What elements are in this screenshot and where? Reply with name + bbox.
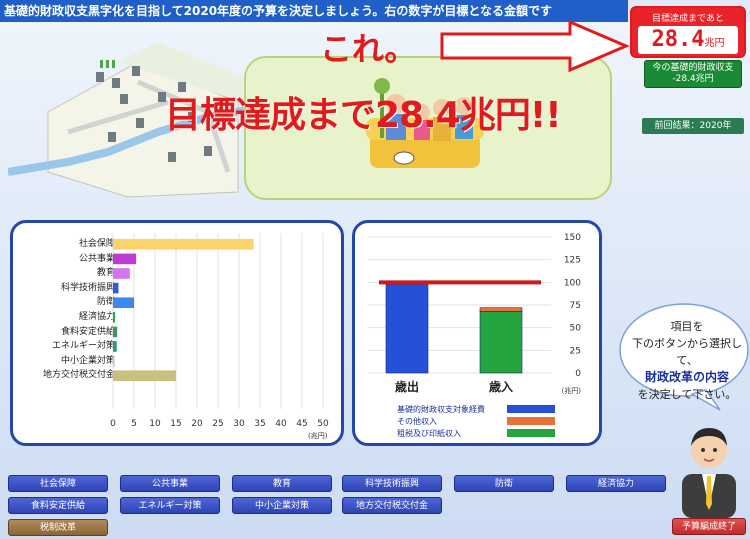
goal-remaining-box: 目標達成まであと 28.4兆円: [630, 6, 746, 58]
category-button[interactable]: 食料安定供給: [8, 497, 108, 514]
legend-row: 租税及び印紙収入: [397, 427, 555, 439]
tax-reform-button[interactable]: 税制改革: [8, 519, 108, 536]
category-button[interactable]: 中小企業対策: [232, 497, 332, 514]
goal-value: 28.4: [651, 27, 705, 52]
legend-swatch: [507, 405, 555, 413]
y-tick-label: 75: [570, 301, 581, 311]
primary-balance-box: 今の基礎的財政収支 -28.4兆円: [644, 60, 742, 88]
bar-歳入-租税及び印紙収入: [479, 311, 523, 374]
x-tick-label: 45: [296, 419, 308, 429]
bar-中小企業対策: [113, 355, 115, 367]
balance-value: -28.4: [672, 74, 696, 84]
bar-社会保障: [113, 239, 254, 250]
finish-budget-button[interactable]: 予算編成終了: [672, 518, 746, 535]
bubble-line-3: 財政改革の内容: [644, 370, 729, 384]
category-button[interactable]: 防衛: [454, 475, 554, 492]
y-tick-label: 0: [575, 369, 581, 379]
bubble-line-4: を決定して下さい。: [637, 388, 737, 401]
y-axis-unit: (兆円): [562, 386, 582, 395]
x-tick-label: 25: [212, 419, 224, 429]
bar-エネルギー対策: [113, 341, 117, 352]
category-button[interactable]: 社会保障: [8, 475, 108, 492]
bar-公共事業: [113, 253, 137, 265]
bar-経済協力: [113, 312, 116, 323]
x-tick-label: 50: [317, 419, 329, 429]
x-tick-label: 35: [254, 419, 266, 429]
category-label: 歳入: [489, 379, 513, 394]
expenditure-breakdown-chart: 社会保障 公共事業 教育 科学技術振興 防衛 経済協力 食料安定供給 エネルギー対策 中小企業対…: [10, 220, 344, 446]
expenditure-bars: [112, 233, 324, 409]
x-tick-label: 40: [275, 419, 287, 429]
bar-歳出-基礎的財政収支対象経費: [385, 283, 429, 374]
y-tick-label: 100: [564, 278, 581, 288]
x-tick-label: 10: [149, 419, 161, 429]
x-tick-label: 15: [170, 419, 182, 429]
legend-swatch: [507, 429, 555, 437]
category-button[interactable]: 科学技術振興: [342, 475, 442, 492]
legend-label: 基礎的財政収支対象経費: [397, 404, 485, 414]
category-label: 歳出: [395, 379, 419, 394]
x-tick-label: 0: [110, 419, 116, 429]
category-button[interactable]: 地方交付税交付金: [342, 497, 442, 514]
previous-result-button[interactable]: 前回結果：2020年: [642, 118, 744, 134]
y-tick-label: 150: [564, 233, 581, 243]
balance-unit: 兆円: [695, 74, 714, 84]
category-button[interactable]: 教育: [232, 475, 332, 492]
bar-食料安定供給: [113, 326, 118, 338]
bubble-text: 項目を 下のボタンから選択して、 財政改革の内容 を決定して下さい。: [628, 318, 746, 403]
x-tick-label: 20: [191, 419, 203, 429]
bubble-line-2: 下のボタンから選択して、: [632, 337, 742, 367]
x-tick-label: 5: [131, 419, 137, 429]
legend-row: 基礎的財政収支対象経費: [397, 403, 555, 415]
legend-label: 租税及び印紙収入: [397, 428, 461, 438]
legend-row: その他収入: [397, 415, 555, 427]
chart-legend: 基礎的財政収支対象経費 その他収入租税及び印紙収入: [397, 403, 555, 439]
category-button[interactable]: エネルギー対策: [120, 497, 220, 514]
y-tick-label: 50: [570, 324, 582, 334]
bar-歳入-その他収入: [479, 307, 523, 312]
bar-科学技術振興: [113, 282, 119, 294]
y-tick-label: 125: [564, 256, 581, 266]
instruction-banner: 基礎的財政収支黒字化を目指して2020年度の予算を決定しましょう。右の数字が目標…: [0, 0, 628, 22]
revenue-expenditure-chart: 150 125 100 75 50 25 0 (兆円) 歳出 歳入 基礎的財政収支対象経費 その他収…: [352, 220, 602, 446]
goal-unit: 兆円: [704, 38, 725, 49]
legend-label: その他収入: [397, 416, 437, 426]
annotation-goal-message: 目標達成まで28.4兆円!!: [165, 95, 562, 136]
x-tick-label: 30: [233, 419, 245, 429]
legend-swatch: [507, 417, 555, 425]
guide-person-illustration: [682, 428, 736, 518]
bar-教育: [113, 268, 130, 279]
category-button[interactable]: 公共事業: [120, 475, 220, 492]
goal-label: 目標達成まであと: [652, 14, 724, 24]
annotation-this: これ。: [320, 30, 417, 68]
category-button[interactable]: 経済協力: [566, 475, 666, 492]
x-axis-unit: (兆円): [308, 432, 328, 440]
y-tick-label: 25: [570, 346, 581, 356]
annotation-arrow: [440, 20, 630, 72]
bubble-line-1: 項目を: [670, 320, 704, 333]
balance-label: 今の基礎的財政収支: [652, 63, 734, 73]
bar-防衛: [113, 297, 134, 308]
revenue-expenditure-bars: 150 125 100 75 50 25 0 (兆円) 歳出 歳入: [367, 233, 582, 395]
bar-地方交付税交付金: [113, 370, 176, 381]
